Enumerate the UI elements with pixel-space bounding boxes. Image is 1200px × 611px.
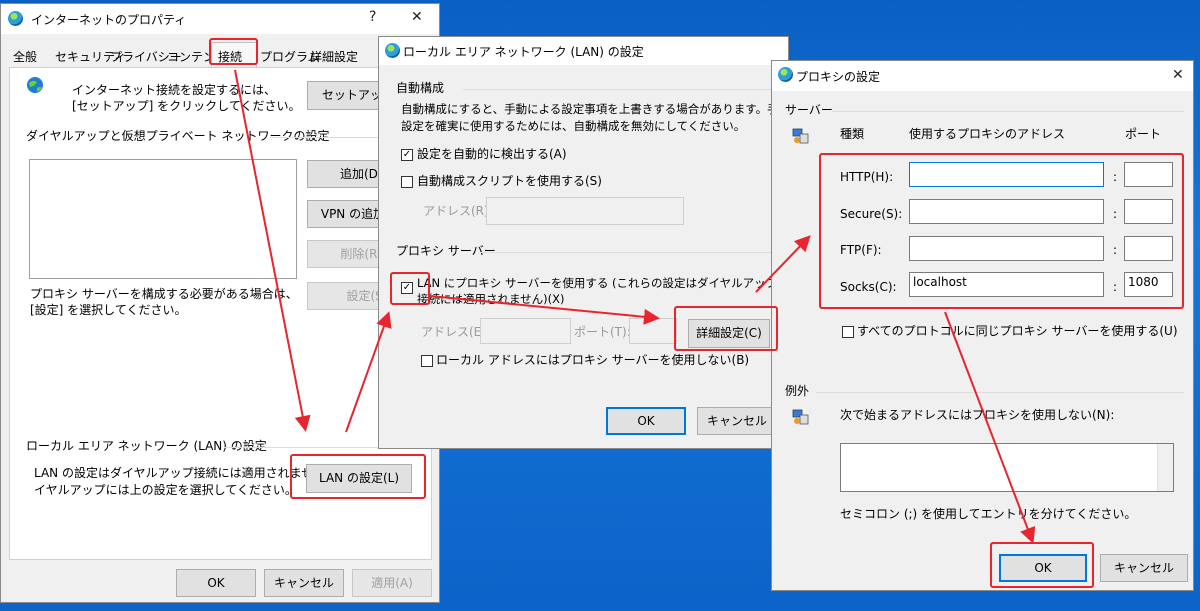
bypass-local-checkbox[interactable] — [421, 355, 433, 367]
proxy-note-line2: [設定] を選択してください。 — [30, 303, 187, 317]
use-proxy-label-line2: 接続には適用されません)(X) — [417, 292, 565, 306]
divider — [463, 89, 779, 90]
proxy-settings-window: プロキシの設定 ✕ サーバー 種類 使用するプロキシのアドレス ポート HTTP… — [771, 60, 1194, 591]
highlight-lan-settings-button — [290, 454, 426, 499]
lan-note-line2: イヤルアップには上の設定を選択してください。 — [34, 483, 297, 497]
computer-icon — [792, 409, 809, 425]
close-icon[interactable]: ✕ — [411, 9, 423, 25]
divider — [479, 252, 779, 253]
ok-button[interactable]: OK — [606, 407, 686, 435]
auto-config-note-line1: 自動構成にすると、手動による設定事項を上書きする場合があります。手動による — [401, 102, 825, 116]
cancel-button[interactable]: キャンセル — [697, 407, 777, 435]
exceptions-note: セミコロン (;) を使用してエントリを分けてください。 — [840, 507, 1137, 521]
proxy-port-label: ポート(T): — [574, 325, 631, 339]
auto-config-note-line2: 設定を確実に使用するためには、自動構成を無効にしてください。 — [401, 119, 746, 133]
divider — [816, 392, 1184, 393]
script-address-label: アドレス(R): — [423, 204, 493, 218]
col-port-header: ポート — [1125, 127, 1162, 141]
globe-icon — [778, 67, 793, 82]
title-bar: ローカル エリア ネットワーク (LAN) の設定 — [379, 37, 788, 65]
exceptions-label: 次で始まるアドレスにはプロキシを使用しない(N): — [840, 408, 1115, 422]
cancel-button[interactable]: キャンセル — [264, 569, 344, 597]
exceptions-textarea[interactable] — [840, 443, 1174, 492]
window-title: ローカル エリア ネットワーク (LAN) の設定 — [403, 45, 644, 59]
highlight-server-fields — [819, 153, 1184, 309]
highlight-connections-tab — [209, 38, 258, 65]
servers-group-label: サーバー — [785, 103, 833, 117]
bypass-local-label: ローカル アドレスにはプロキシ サーバーを使用しない(B) — [436, 353, 750, 367]
auto-detect-label: 設定を自動的に検出する(A) — [417, 147, 567, 161]
close-icon[interactable]: ✕ — [1172, 67, 1184, 83]
cancel-button[interactable]: キャンセル — [1100, 554, 1188, 582]
apply-button: 適用(A) — [352, 569, 432, 597]
dialup-connection-list[interactable] — [29, 159, 297, 279]
highlight-use-proxy-checkbox — [390, 272, 430, 305]
tab-advanced[interactable]: 詳細設定 — [310, 48, 358, 65]
setup-text-line1: インターネット接続を設定するには、 — [72, 83, 277, 97]
ok-button[interactable]: OK — [176, 569, 256, 597]
lan-settings-window: ローカル エリア ネットワーク (LAN) の設定 自動構成 自動構成にすると、… — [378, 36, 839, 449]
auto-detect-checkbox[interactable]: ✓ — [401, 149, 413, 161]
col-address-header: 使用するプロキシのアドレス — [909, 127, 1066, 141]
same-proxy-label: すべてのプロトコルに同じプロキシ サーバーを使用する(U) — [857, 324, 1178, 338]
computer-icon — [792, 128, 809, 144]
globe-icon — [385, 43, 400, 58]
highlight-ok-button — [990, 542, 1094, 588]
tab-general[interactable]: 全般 — [13, 48, 37, 65]
auto-script-checkbox[interactable] — [401, 176, 413, 188]
internet-properties-window: インターネットのプロパティ ? ✕ 全般 セキュリティ プライバシー コンテンツ… — [0, 3, 440, 603]
exceptions-group-label: 例外 — [785, 384, 810, 398]
script-address-input — [486, 197, 684, 225]
proxy-port-input — [629, 318, 677, 344]
scrollbar[interactable] — [1157, 444, 1173, 491]
proxy-address-input — [480, 318, 571, 344]
col-type-header: 種類 — [840, 127, 865, 141]
desktop: { "desktop": {"background_color": "#0a63… — [0, 0, 1200, 611]
globe-icon — [27, 77, 43, 93]
title-bar: インターネットのプロパティ ? ✕ — [1, 4, 439, 34]
same-proxy-checkbox[interactable] — [842, 326, 854, 338]
auto-script-label: 自動構成スクリプトを使用する(S) — [417, 174, 602, 188]
divider — [832, 111, 1184, 112]
help-button[interactable]: ? — [369, 9, 376, 25]
auto-config-group-label: 自動構成 — [396, 81, 445, 95]
window-title: インターネットのプロパティ — [31, 13, 187, 27]
highlight-advanced-button — [674, 306, 778, 351]
setup-text-line2: [セットアップ] をクリックしてください。 — [72, 99, 301, 113]
globe-icon — [8, 11, 23, 26]
proxy-note-line1: プロキシ サーバーを構成する必要がある場合は、 — [30, 287, 298, 301]
window-title: プロキシの設定 — [796, 70, 881, 84]
title-bar: プロキシの設定 ✕ — [772, 61, 1193, 91]
